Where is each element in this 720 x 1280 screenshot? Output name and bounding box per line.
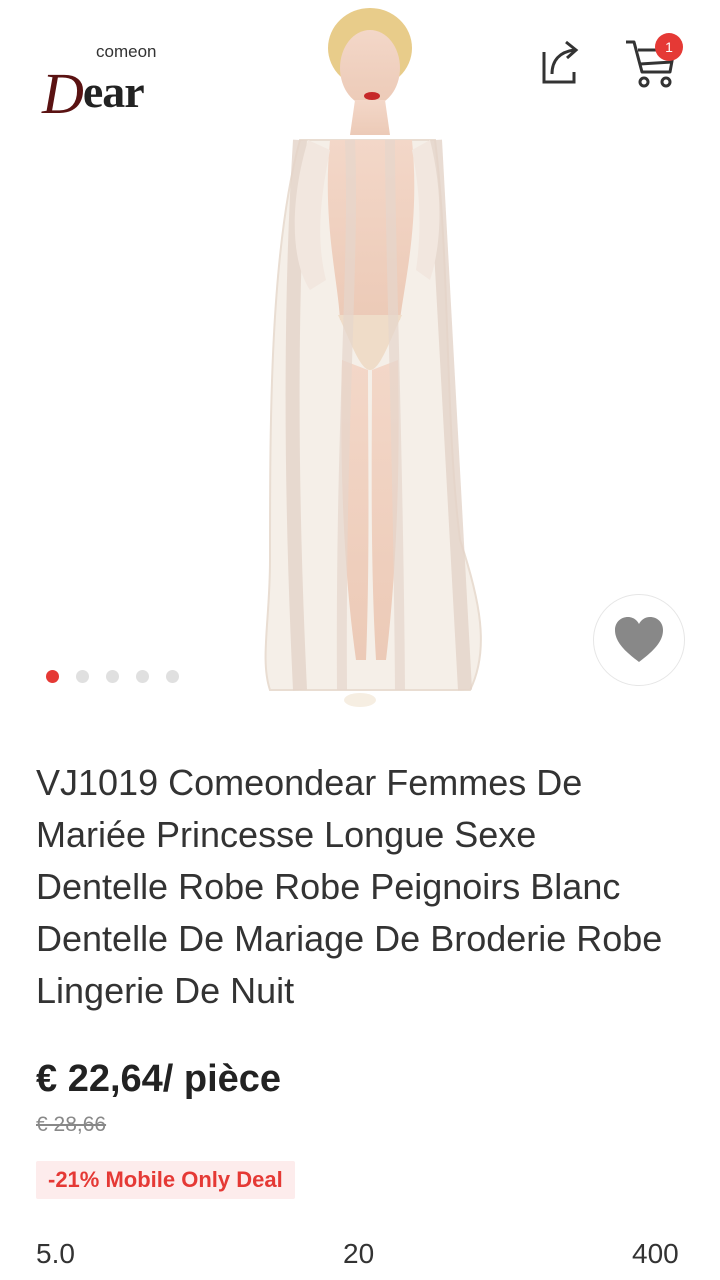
brand-logo[interactable]: comeon Dear [36, 40, 186, 126]
gallery-dot[interactable] [76, 670, 89, 683]
wishlist-button[interactable] [593, 594, 685, 686]
gallery-dot[interactable] [46, 670, 59, 683]
logo-rest: ear [82, 66, 145, 117]
product-price: € 22,64/ pièce [36, 1058, 282, 1100]
orders-count: 400 [632, 1238, 679, 1269]
gallery-pagination [46, 670, 179, 683]
gallery-dot[interactable] [166, 670, 179, 683]
reviews-count: 20 [343, 1238, 375, 1269]
heart-icon [615, 617, 663, 662]
gallery-dot[interactable] [136, 670, 149, 683]
gallery-dot[interactable] [106, 670, 119, 683]
mobile-deal-badge: -21% Mobile Only Deal [36, 1161, 295, 1199]
product-gallery[interactable]: comeon Dear 1 [0, 0, 720, 720]
product-image[interactable] [230, 0, 510, 712]
logo-big-text: Dear [42, 54, 145, 126]
product-title: VJ1019 Comeondear Femmes De Mariée Princ… [36, 762, 663, 1011]
original-price: € 28,66 [36, 1113, 107, 1136]
share-button[interactable] [528, 32, 588, 92]
share-icon [542, 40, 579, 84]
logo-initial: D [42, 61, 84, 126]
cart-count-badge: 1 [655, 33, 683, 61]
rating-value: 5.0 [36, 1238, 75, 1269]
